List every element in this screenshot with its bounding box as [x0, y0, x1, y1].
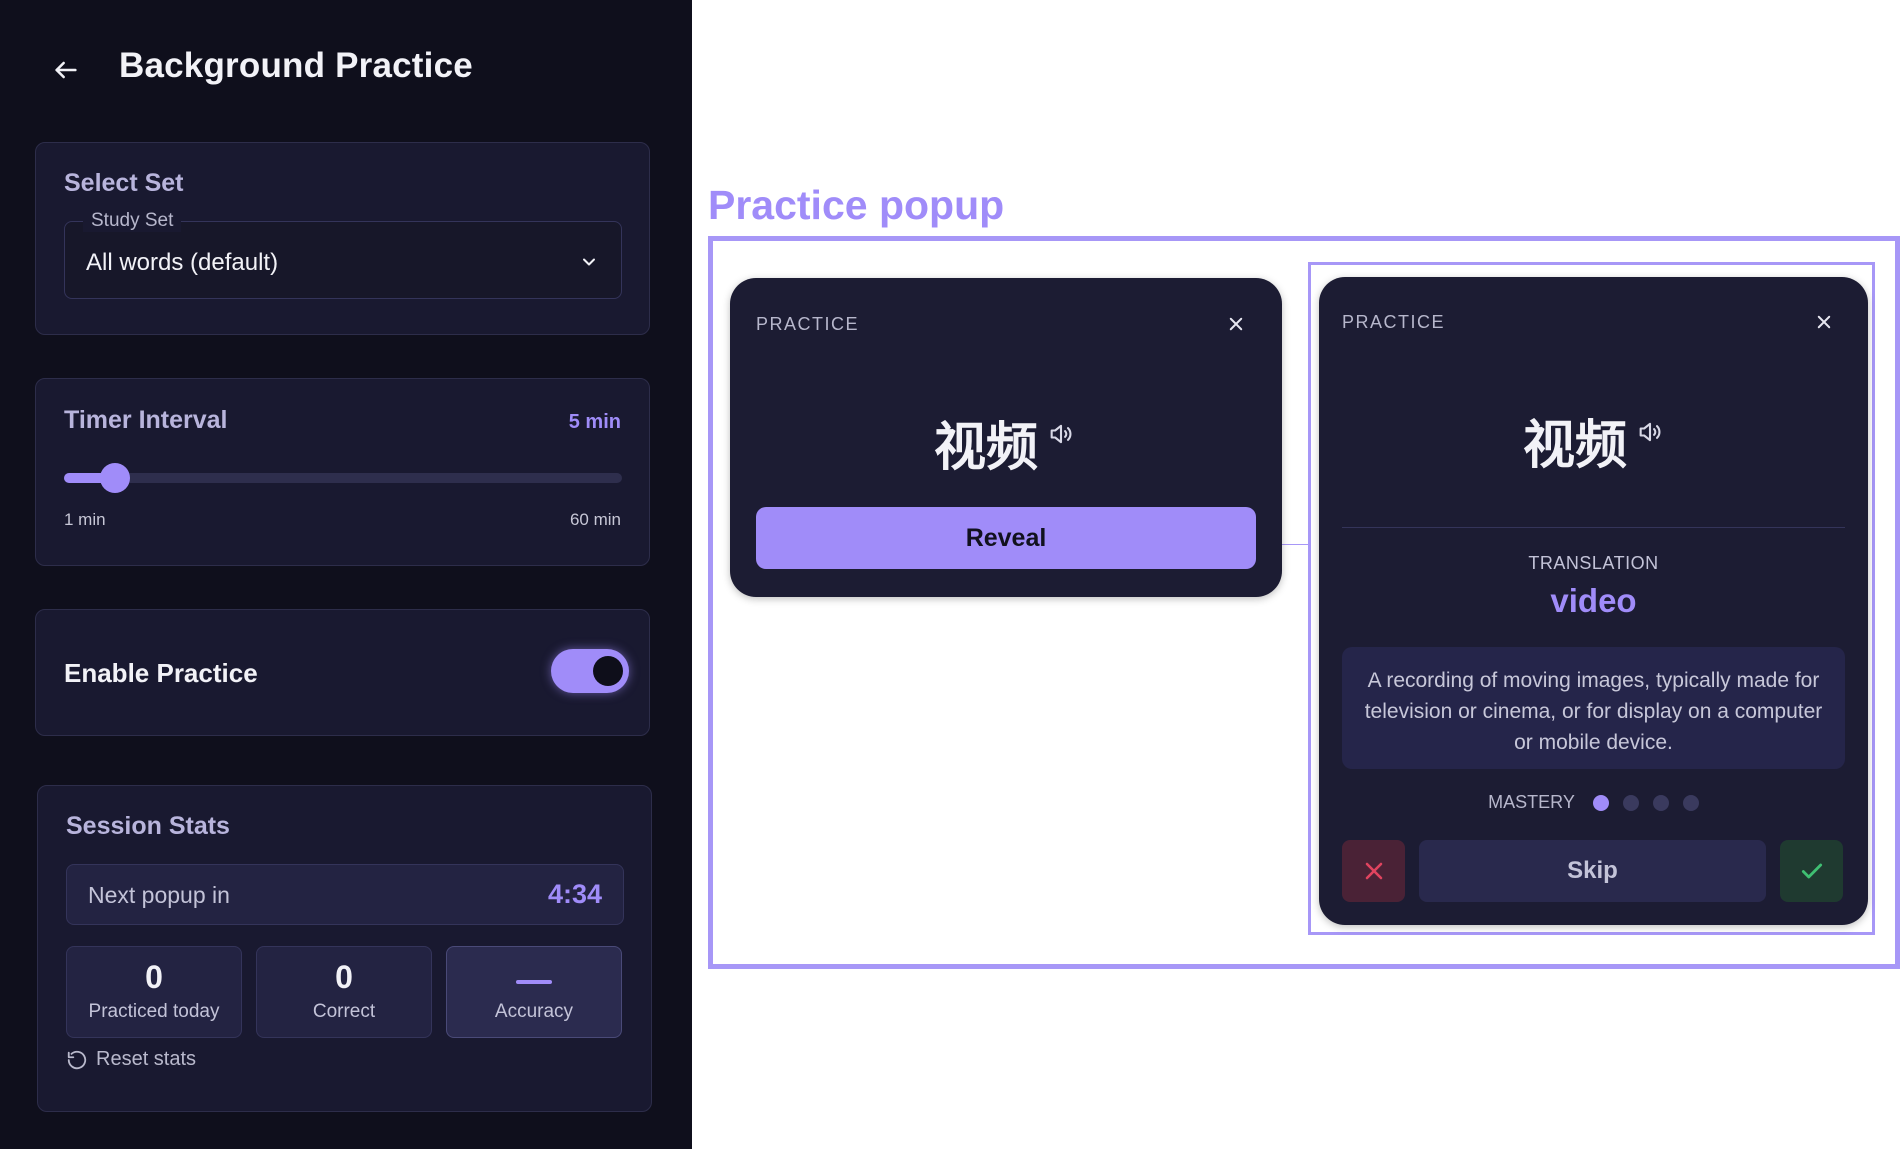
- next-popup-label: Next popup in: [88, 882, 230, 908]
- timer-interval-title: Timer Interval: [64, 406, 228, 434]
- back-button[interactable]: [48, 52, 84, 88]
- practice-word: 视频: [1523, 416, 1628, 476]
- reset-stats-button[interactable]: Reset stats: [66, 1048, 196, 1071]
- close-icon: [1229, 317, 1243, 331]
- slider-min-label: 1 min: [64, 510, 106, 529]
- skip-button[interactable]: Skip: [1419, 840, 1766, 902]
- speaker-icon: [1639, 422, 1661, 442]
- page-title: Background Practice: [119, 46, 473, 85]
- study-set-label: Study Set: [83, 210, 182, 232]
- select-set-title: Select Set: [64, 169, 184, 197]
- study-set-value: All words (default): [86, 249, 279, 276]
- mastery-dot: [1592, 794, 1609, 811]
- practice-popup-heading: Practice popup: [708, 182, 1005, 228]
- popup-title: PRACTICE: [756, 314, 860, 334]
- mastery-dot: [1652, 794, 1669, 811]
- mark-correct-button[interactable]: [1780, 840, 1843, 902]
- timer-interval-card: Timer Interval 5 min 1 min 60 min: [35, 378, 650, 566]
- enable-practice-card: Enable Practice: [35, 609, 650, 736]
- reveal-button[interactable]: Reveal: [756, 507, 1256, 569]
- stat-label: Correct: [312, 1001, 376, 1022]
- stat-accuracy: Accuracy: [446, 946, 622, 1038]
- arrow-left-icon: [55, 61, 77, 79]
- session-stats-title: Session Stats: [66, 812, 230, 840]
- slider-thumb[interactable]: [99, 463, 130, 493]
- slider-max-label: 60 min: [569, 510, 621, 529]
- toggle-knob: [593, 656, 623, 686]
- translation-label: TRANSLATION: [1528, 553, 1659, 573]
- x-icon: [1365, 862, 1382, 880]
- reset-icon: [67, 1050, 87, 1069]
- mastery-dots: [1592, 794, 1699, 811]
- speaker-button[interactable]: [1047, 420, 1075, 453]
- speaker-icon: [1050, 424, 1072, 444]
- close-button[interactable]: [1222, 310, 1250, 338]
- stat-label: Accuracy: [494, 1001, 574, 1022]
- check-icon: [1801, 863, 1822, 879]
- practice-word: 视频: [934, 418, 1039, 478]
- close-icon: [1817, 315, 1831, 329]
- practice-popup-question: PRACTICE 视频 Reveal: [730, 278, 1282, 597]
- stat-practiced-today: 0 Practiced today: [66, 946, 242, 1038]
- mastery-label: MASTERY: [1488, 792, 1575, 812]
- enable-practice-toggle[interactable]: [551, 649, 629, 693]
- next-popup-countdown: 4:34: [547, 879, 602, 909]
- study-set-select[interactable]: Study Set All words (default): [64, 210, 622, 299]
- mark-wrong-button[interactable]: [1342, 840, 1405, 902]
- reset-stats-label: Reset stats: [96, 1048, 197, 1070]
- stat-empty-dash: [516, 980, 552, 984]
- popup-divider: [1342, 527, 1845, 528]
- popup-title: PRACTICE: [1342, 312, 1446, 332]
- mastery-indicator: MASTERY: [1319, 792, 1868, 813]
- stat-value: 0: [145, 959, 163, 995]
- select-set-card: Select Set Study Set All words (default): [35, 142, 650, 335]
- close-button[interactable]: [1810, 308, 1838, 336]
- speaker-button[interactable]: [1636, 418, 1664, 451]
- stat-correct: 0 Correct: [256, 946, 432, 1038]
- translation-value: video: [1550, 582, 1637, 619]
- enable-practice-label: Enable Practice: [64, 658, 258, 688]
- chevron-down-icon: [583, 258, 595, 266]
- stat-label: Practiced today: [88, 1001, 220, 1022]
- timer-interval-value: 5 min: [568, 411, 621, 433]
- mastery-dot: [1622, 794, 1639, 811]
- settings-sidebar: Background Practice Select Set Study Set…: [0, 0, 692, 1149]
- mastery-dot: [1682, 794, 1699, 811]
- practice-popup-answer: PRACTICE 视频 TRANSLATION video A recordin…: [1319, 277, 1868, 925]
- next-popup-row: Next popup in 4:34: [66, 864, 624, 925]
- session-stats-card: Session Stats Next popup in 4:34 0 Pract…: [37, 785, 652, 1112]
- stat-value: 0: [335, 959, 353, 995]
- timer-interval-slider[interactable]: [64, 463, 622, 493]
- definition-box: A recording of moving images, typically …: [1342, 647, 1845, 769]
